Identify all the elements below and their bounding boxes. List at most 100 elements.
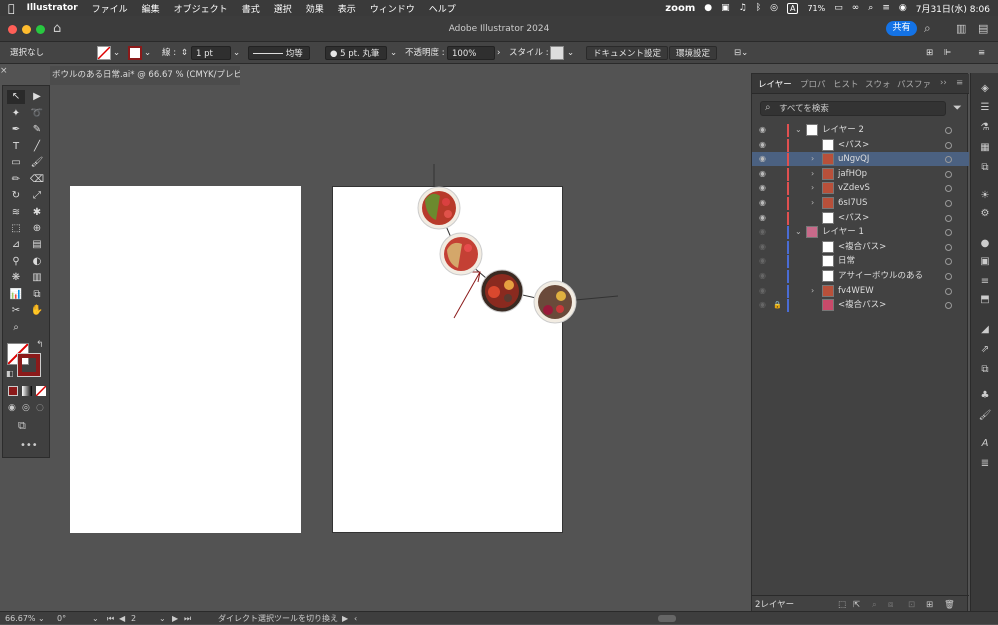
color-mode-icon[interactable] <box>8 386 18 396</box>
arrange-icon[interactable]: ▤ <box>978 22 988 35</box>
creative-cloud-icon[interactable]: ● <box>704 3 712 13</box>
direct-selection-tool-icon[interactable]: ▶ <box>28 90 46 104</box>
apple-menu-icon[interactable]:  <box>8 2 15 15</box>
input-method-icon[interactable]: A <box>786 2 799 14</box>
battery-icon[interactable]: ▭ <box>834 3 843 13</box>
stroke-stepper-icon[interactable]: ⇕ <box>181 46 188 60</box>
rotation-field[interactable]: 0° <box>57 612 66 625</box>
visibility-eye-icon[interactable]: ◉ <box>759 211 769 225</box>
tab-layers[interactable]: レイヤー <box>758 78 792 90</box>
target-circle-icon[interactable] <box>945 273 952 280</box>
artboards-icon[interactable]: ⧉ <box>978 161 992 175</box>
blend-tool-icon[interactable]: ◐ <box>28 255 46 269</box>
sublayer-row[interactable]: ◉ › jafHOp <box>752 167 969 181</box>
sublayer-row[interactable]: ◉ <パス> <box>752 138 969 152</box>
gradient-tool-icon[interactable]: ▤ <box>28 238 46 252</box>
visibility-eye-icon[interactable]: ◉ <box>759 284 769 298</box>
first-artboard-icon[interactable]: ⏮ <box>107 612 114 625</box>
target-circle-icon[interactable] <box>945 243 952 251</box>
sublayer-row[interactable]: ◉ › uNgvQJ <box>752 152 969 167</box>
visibility-eye-icon[interactable]: ◉ <box>759 240 769 254</box>
menu-edit[interactable]: 編集 <box>142 2 160 15</box>
scale-tool-icon[interactable]: ⤢ <box>28 189 46 203</box>
selection-tool-icon[interactable]: ↖ <box>7 90 25 104</box>
menu-window[interactable]: ウィンドウ <box>370 2 415 15</box>
shape-builder-tool-icon[interactable]: ⊕ <box>28 222 46 236</box>
brushes-icon[interactable]: 🖌 <box>978 409 992 423</box>
swatches-icon[interactable]: ● <box>978 237 992 251</box>
gradient-icon[interactable]: ▣ <box>978 255 992 269</box>
zoom-tool-icon[interactable]: ⌕ <box>7 321 25 335</box>
libraries-icon[interactable]: ⚗ <box>978 121 992 135</box>
app-menu[interactable]: Illustrator <box>27 3 78 13</box>
slice-tool-icon[interactable]: ✂ <box>7 304 25 318</box>
zoom-field[interactable]: 66.67% <box>5 612 36 625</box>
target-circle-icon[interactable] <box>945 302 952 310</box>
sublayer-row[interactable]: ◉ › fv4WEW <box>752 284 969 298</box>
type-tool-icon[interactable]: T <box>7 140 25 154</box>
default-colors-icon[interactable]: ◧ <box>6 369 14 378</box>
workspace-icon[interactable]: ▥ <box>956 22 966 35</box>
puppet-warp-tool-icon[interactable]: ✱ <box>28 206 46 220</box>
symbols-icon[interactable]: ♣ <box>978 389 992 403</box>
color-guide-icon[interactable]: ⚙ <box>978 207 992 221</box>
gradient-mode-icon[interactable] <box>22 386 32 396</box>
eraser-tool-icon[interactable]: ⌫ <box>28 173 46 187</box>
transform-icon[interactable]: ⧉ <box>978 363 992 377</box>
target-circle-icon[interactable] <box>945 156 952 164</box>
target-circle-icon[interactable] <box>945 229 952 237</box>
menu-type[interactable]: 書式 <box>242 2 260 15</box>
visibility-eye-icon[interactable]: ◉ <box>759 225 769 239</box>
sublayer-row[interactable]: ◉ アサイーボウルのある <box>752 269 969 283</box>
layers-icon[interactable]: ◈ <box>978 82 992 96</box>
fill-swatch[interactable] <box>97 46 111 60</box>
menu-object[interactable]: オブジェクト <box>174 2 228 15</box>
more-options-icon[interactable]: ≡ <box>978 46 985 60</box>
paragraph-icon[interactable]: ≣ <box>978 457 992 471</box>
hand-tool-icon[interactable]: ✋ <box>28 304 46 318</box>
airdrop-icon[interactable]: ◎ <box>770 3 778 13</box>
stroke-icon[interactable]: ≡ <box>978 275 992 289</box>
artboard-tool-icon[interactable]: ⧉ <box>28 288 46 302</box>
export-icon[interactable]: ⇗ <box>978 343 992 357</box>
symbol-sprayer-tool-icon[interactable]: ❋ <box>7 271 25 285</box>
visibility-eye-icon[interactable]: ◉ <box>759 167 769 181</box>
next-artboard-icon[interactable]: ▶ <box>172 612 178 625</box>
layers-search-input[interactable]: すべてを検索 <box>760 101 946 116</box>
stroke-swatch[interactable] <box>128 46 142 60</box>
target-circle-icon[interactable] <box>945 170 952 178</box>
style-dropdown-icon[interactable]: ⌄ <box>567 46 574 60</box>
target-circle-icon[interactable] <box>945 258 952 266</box>
tab-swatches[interactable]: スウォ <box>865 78 891 90</box>
lock-icon[interactable]: 🔒 <box>773 298 783 312</box>
menu-effect[interactable]: 効果 <box>306 2 324 15</box>
chevron-right-icon[interactable]: › <box>811 196 814 210</box>
pen-tool-icon[interactable]: ✒ <box>7 123 25 137</box>
airpods-icon[interactable]: ♫ <box>739 3 747 13</box>
transparency-icon[interactable]: ⬒ <box>978 293 992 307</box>
free-transform-tool-icon[interactable]: ⬚ <box>7 222 25 236</box>
line-tool-icon[interactable]: ╱ <box>28 140 46 154</box>
bluetooth-icon[interactable]: ᛒ <box>756 3 761 13</box>
warp-tool-icon[interactable]: ≋ <box>7 206 25 220</box>
grid-icon[interactable]: ⊞ <box>926 46 933 60</box>
sublayer-row[interactable]: ◉ <複合パス> <box>752 240 969 254</box>
target-circle-icon[interactable] <box>945 287 952 295</box>
scroll-left-icon[interactable]: ‹ <box>354 612 357 625</box>
close-tab-icon[interactable]: × <box>0 66 10 76</box>
link-icon[interactable]: ∞ <box>852 3 860 13</box>
share-button[interactable]: 共有 <box>886 21 917 36</box>
document-tab[interactable]: ボウルのある日常.ai* @ 66.67 % (CMYK/プレビュー) <box>50 66 240 85</box>
eyedropper-tool-icon[interactable]: ⚲ <box>7 255 25 269</box>
menu-help[interactable]: ヘルプ <box>429 2 456 15</box>
visibility-eye-icon[interactable]: ◉ <box>759 298 769 312</box>
panel-expand-icon[interactable]: ›› <box>940 78 947 88</box>
chevron-right-icon[interactable]: › <box>811 181 814 195</box>
align-menu-icon[interactable]: ⊟⌄ <box>734 46 748 60</box>
tab-pathfinder[interactable]: パスファ <box>897 78 931 90</box>
artboard-number-field[interactable]: 2 <box>131 612 136 625</box>
visibility-eye-icon[interactable]: ◉ <box>759 123 769 137</box>
visibility-eye-icon[interactable]: ◉ <box>759 196 769 210</box>
tab-history[interactable]: ヒスト <box>833 78 859 90</box>
panel-menu-icon[interactable]: ≡ <box>956 78 963 88</box>
